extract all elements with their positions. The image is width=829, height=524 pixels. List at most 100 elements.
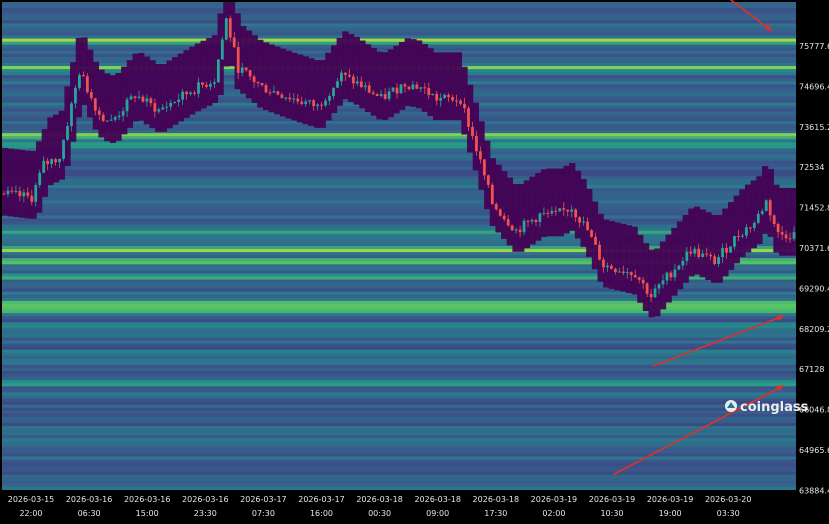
candle-body bbox=[30, 195, 34, 202]
x-tick-date: 2026-03-15 bbox=[8, 495, 55, 504]
candle-body bbox=[598, 244, 601, 260]
candle-body bbox=[482, 159, 486, 176]
candle-body bbox=[729, 246, 732, 253]
candle-body bbox=[145, 98, 149, 102]
cleared-zone bbox=[574, 170, 582, 239]
cleared-zone bbox=[540, 169, 548, 238]
y-tick-label: 73615.2 bbox=[799, 123, 829, 132]
candle-body bbox=[697, 248, 701, 257]
candle-body bbox=[363, 85, 367, 88]
cleared-zone bbox=[240, 25, 247, 94]
candle-body bbox=[629, 272, 633, 275]
candle-body bbox=[280, 94, 284, 99]
candle-body bbox=[431, 93, 435, 95]
candle-body bbox=[228, 18, 232, 38]
cleared-zone bbox=[268, 44, 275, 113]
candle-body bbox=[486, 175, 490, 185]
candle-body bbox=[181, 91, 185, 100]
cleared-zone bbox=[53, 114, 60, 183]
x-tick-date: 2026-03-19 bbox=[647, 495, 694, 504]
y-tick-label: 63884.4 bbox=[799, 486, 829, 495]
candle-body bbox=[78, 74, 81, 88]
cleared-zone bbox=[313, 60, 321, 128]
candle-body bbox=[558, 208, 562, 212]
candle-body bbox=[764, 200, 768, 212]
candle-body bbox=[66, 126, 69, 140]
cleared-zone bbox=[693, 206, 701, 275]
candle-body bbox=[256, 82, 260, 84]
candle-body bbox=[744, 227, 748, 236]
candle-body bbox=[82, 74, 85, 77]
candle-body bbox=[42, 160, 46, 173]
candle-body bbox=[367, 85, 371, 93]
candle-body bbox=[292, 98, 296, 100]
candle-body bbox=[685, 251, 689, 261]
cleared-zone bbox=[654, 248, 661, 317]
cleared-zone bbox=[172, 57, 179, 125]
candle-body bbox=[546, 212, 550, 214]
candle-body bbox=[284, 97, 288, 99]
candle-body bbox=[248, 70, 252, 77]
candle-body bbox=[677, 265, 681, 270]
candle-body bbox=[391, 87, 395, 92]
cleared-zone bbox=[126, 60, 134, 128]
cleared-zone bbox=[262, 42, 270, 111]
cleared-zone bbox=[251, 35, 258, 103]
cleared-zone bbox=[569, 163, 576, 231]
x-tick-date: 2026-03-19 bbox=[531, 495, 578, 504]
x-tick-time: 22:00 bbox=[19, 509, 42, 518]
candle-body bbox=[252, 76, 256, 83]
cleared-zone bbox=[523, 180, 531, 249]
candle-body bbox=[224, 18, 228, 40]
candle-body bbox=[411, 84, 415, 90]
cleared-zone bbox=[603, 219, 610, 288]
cleared-zone bbox=[13, 149, 20, 218]
cleared-zone bbox=[501, 171, 508, 239]
coinglass-logo-icon bbox=[725, 400, 737, 412]
candle-body bbox=[10, 190, 14, 192]
candle-body bbox=[439, 97, 443, 101]
candle-body bbox=[268, 92, 272, 94]
candle-body bbox=[586, 221, 589, 231]
candle-body bbox=[351, 76, 355, 84]
cleared-zone bbox=[381, 52, 389, 120]
candle-body bbox=[709, 254, 713, 257]
candle-body bbox=[328, 96, 331, 101]
candle-body bbox=[375, 94, 379, 97]
candle-body bbox=[760, 211, 764, 214]
cleared-zone bbox=[552, 168, 559, 237]
candle-body bbox=[447, 94, 451, 98]
candle-body bbox=[121, 111, 125, 116]
candle-body bbox=[562, 208, 566, 210]
x-tick-date: 2026-03-18 bbox=[414, 495, 461, 504]
candle-body bbox=[344, 72, 347, 75]
cleared-zone bbox=[7, 148, 14, 217]
x-tick-time: 06:30 bbox=[78, 509, 101, 518]
cleared-zone bbox=[744, 184, 752, 253]
candle-body bbox=[399, 84, 403, 94]
candle-body bbox=[610, 265, 613, 269]
cleared-zone bbox=[245, 30, 253, 99]
cleared-zone bbox=[308, 58, 315, 127]
cleared-zone bbox=[19, 150, 26, 218]
candle-body bbox=[387, 91, 391, 99]
x-tick-date: 2026-03-16 bbox=[124, 495, 171, 504]
candle-body bbox=[621, 271, 625, 273]
cleared-zone bbox=[784, 187, 791, 256]
cleared-zone bbox=[115, 73, 122, 141]
cleared-zone bbox=[81, 37, 88, 106]
candle-body bbox=[201, 82, 204, 85]
cleared-zone bbox=[189, 46, 196, 115]
x-tick-date: 2026-03-20 bbox=[705, 495, 752, 504]
candle-body bbox=[772, 215, 776, 224]
cleared-zone bbox=[336, 37, 343, 106]
candle-body bbox=[689, 251, 693, 254]
cleared-zone bbox=[750, 180, 757, 249]
candle-body bbox=[70, 103, 73, 127]
x-tick-time: 07:30 bbox=[252, 509, 275, 518]
cleared-zone bbox=[676, 221, 684, 290]
candle-body bbox=[220, 39, 224, 60]
candle-body bbox=[18, 190, 22, 197]
liquidity-bands bbox=[2, 2, 796, 490]
candle-body bbox=[550, 210, 554, 214]
